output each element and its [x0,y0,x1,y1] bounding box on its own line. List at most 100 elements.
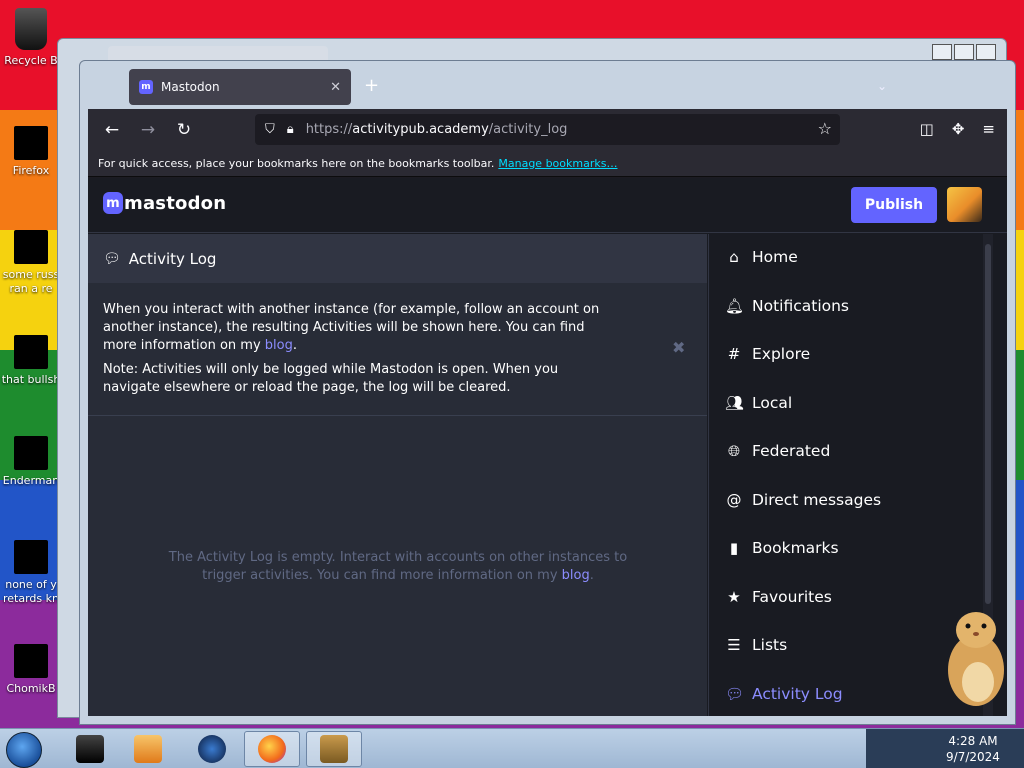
new-tab-button[interactable]: + [364,75,379,96]
chevron-down-icon[interactable]: ⌄ [877,79,887,93]
file-icon [14,436,48,470]
desktop-icon-label: Recycle B [4,54,58,67]
firefox-icon [258,735,286,763]
desktop-icon-firefox[interactable]: Firefox [0,126,62,178]
firefox-icon [14,126,48,160]
nav-label: Home [752,248,798,266]
nav-item-bookmarks[interactable]: ▮ Bookmarks [725,539,839,557]
tab-bar: m Mastodon ✕ + ⌄ [88,69,1007,109]
globe-icon: 🌐︎ [727,442,740,460]
desktop-icon-label: none of y retards kn [3,578,59,605]
maximize-icon[interactable] [954,44,974,60]
logo-text: mastodon [124,192,227,214]
nav-label: Explore [752,345,811,363]
background-window-controls [932,44,996,60]
desktop-icon-enderman[interactable]: Enderman [0,436,62,488]
mastodon-mark-icon: m [103,192,123,214]
taskbar-app-globe[interactable] [184,731,240,767]
nav-item-activity-log[interactable]: 💬︎ Activity Log [725,685,843,703]
star-icon: ★ [727,588,741,606]
back-button[interactable]: ← [94,120,130,140]
file-icon [14,230,48,264]
url-host: activitypub.academy [352,122,489,137]
url-path: /activity_log [488,122,568,137]
taskbar-app-terminal[interactable] [62,731,118,767]
empty-blog-link[interactable]: blog [562,568,590,583]
firefox-window: m Mastodon ✕ + ⌄ ← → ↻ ⛉ 🔒︎ https://acti… [88,69,1007,716]
nav-item-favourites[interactable]: ★ Favourites [725,588,832,606]
publish-button[interactable]: Publish [851,187,937,223]
taskbar-app-media[interactable] [120,731,176,767]
bookmark-star-icon[interactable]: ☆ [818,119,832,138]
bookmark-icon: ▮ [729,539,739,557]
clock[interactable]: 4:28 AM 9/7/2024 [940,733,1006,765]
hashtag-icon: # [727,345,741,363]
empty-text: The Activity Log is empty. Interact with… [168,550,628,583]
column-title: Activity Log [128,249,217,268]
nav-item-home[interactable]: ⌂ Home [725,248,798,266]
nav-label: Favourites [752,588,832,606]
desktop-icon-chomik[interactable]: ChomikB [0,644,62,696]
blog-link[interactable]: blog [265,338,293,353]
terminal-icon [76,735,104,763]
mastodon-page: m mastodon Publish 💬︎ Activity Log When … [88,178,1007,716]
comments-icon: 💬︎ [725,685,745,703]
tab-title: Mastodon [161,80,220,94]
lock-icon[interactable]: 🔒︎ [287,122,294,137]
avatar[interactable] [947,187,982,222]
desktop-icon-label: some russ ran a re [2,268,60,295]
nav-item-local[interactable]: 👥︎ Local [725,394,792,412]
url-bar[interactable]: ⛉ 🔒︎ https://activitypub.academy/activit… [255,114,840,145]
extensions-icon[interactable]: ✥ [952,120,965,138]
shield-icon[interactable]: ⛉ [265,122,275,137]
pocket-icon[interactable]: ◫ [920,120,934,138]
column-header[interactable]: 💬︎ Activity Log [88,234,707,283]
taskbar-app-firefox[interactable] [244,731,300,767]
desktop-icon-label: ChomikB [6,682,56,695]
navigation-toolbar: ← → ↻ ⛉ 🔒︎ https://activitypub.academy/a… [88,109,1007,151]
scrollbar-thumb[interactable] [985,244,991,604]
dismiss-icon[interactable]: ✖ [672,339,685,357]
info-text-end: . [292,338,298,353]
taskbar-app-hamster[interactable] [306,731,362,767]
mastodon-favicon-icon: m [139,80,153,94]
desktop-icon-bullsh[interactable]: that bullsh [0,335,62,387]
file-icon [14,540,48,574]
mastodon-header: m mastodon Publish [88,178,1007,233]
file-icon [14,644,48,678]
info-banner: When you interact with another instance … [88,283,707,416]
tab-mastodon[interactable]: m Mastodon ✕ [129,69,351,105]
desktop-icon-recycle-bin[interactable]: Recycle B [0,8,62,68]
toolbar-right: ◫ ✥ ≡ [920,120,995,138]
nav-item-lists[interactable]: ☰ Lists [725,636,787,654]
bell-icon: 🔔︎ [725,297,745,315]
nav-label: Bookmarks [752,539,839,557]
empty-text-end: . [589,568,594,583]
desktop-icon-retards[interactable]: none of y retards kn [0,540,62,606]
nav-item-federated[interactable]: 🌐︎ Federated [725,442,830,460]
nav-item-explore[interactable]: # Explore [725,345,810,363]
manage-bookmarks-link[interactable]: Manage bookmarks… [498,157,617,170]
clock-time: 4:28 AM [948,734,998,748]
url-scheme: https:// [305,122,353,137]
forward-button[interactable]: → [130,120,166,140]
media-player-icon [134,735,162,763]
close-icon[interactable] [976,44,996,60]
hamster-image [948,612,1004,706]
start-button[interactable] [6,732,42,768]
recycle-bin-icon [15,8,47,50]
file-icon [14,335,48,369]
nav-label: Direct messages [752,491,882,509]
menu-icon[interactable]: ≡ [982,120,995,138]
minimize-icon[interactable] [932,44,952,60]
info-paragraph-1: When you interact with another instance … [103,301,603,355]
desktop-icon-russ[interactable]: some russ ran a re [0,230,62,296]
nav-item-notifications[interactable]: 🔔︎ Notifications [725,297,849,315]
tab-close-icon[interactable]: ✕ [330,80,341,95]
mastodon-logo[interactable]: m mastodon [103,192,226,214]
desktop-icon-label: Enderman [2,474,60,487]
nav-item-direct-messages[interactable]: @ Direct messages [725,491,882,509]
desktop-icon-label: Firefox [12,164,50,177]
reload-button[interactable]: ↻ [166,120,202,140]
bookmarks-hint: For quick access, place your bookmarks h… [98,157,495,170]
